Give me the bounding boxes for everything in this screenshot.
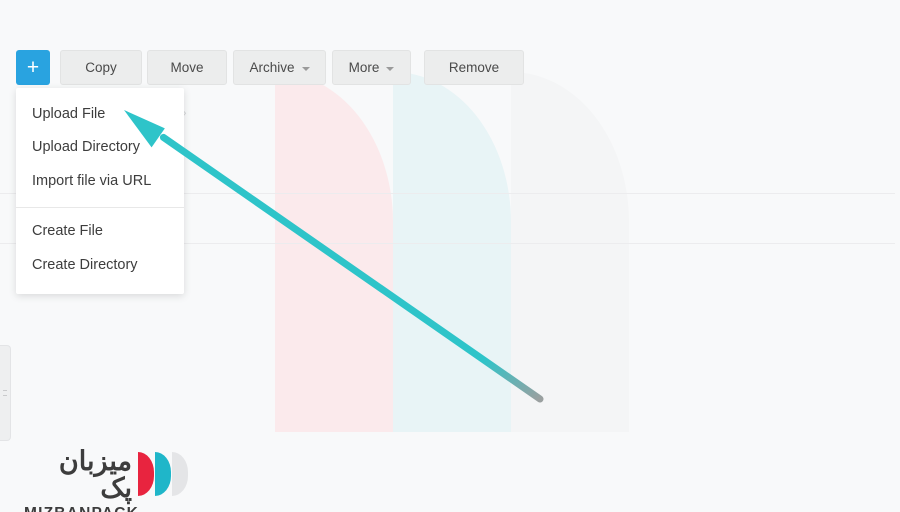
remove-button-label: Remove (448, 60, 500, 75)
add-new-dropdown-menu[interactable]: Upload File Upload Directory Import file… (16, 88, 184, 294)
arrow-shaft (159, 133, 544, 403)
logo-leaf-gray (172, 452, 188, 496)
archive-button[interactable]: Archive (233, 50, 326, 85)
move-button[interactable]: Move (147, 50, 227, 85)
menu-item-upload-directory[interactable]: Upload Directory (16, 131, 184, 164)
background-watermark-logo (275, 72, 629, 432)
move-button-label: Move (170, 60, 204, 75)
remove-button[interactable]: Remove (424, 50, 524, 85)
add-new-button[interactable]: + (16, 50, 50, 85)
logo-persian-text: میزبان پک (58, 446, 132, 503)
logo-leaf-red (138, 452, 154, 496)
app-screenshot: › + Copy Move Archive More Remove Upload… (0, 0, 900, 512)
watermark-leaf-gray (511, 72, 629, 432)
plus-icon: + (26, 56, 40, 79)
copy-button-label: Copy (85, 60, 117, 75)
menu-item-create-file[interactable]: Create File (16, 215, 184, 248)
logo-latin-text: MIZBANPACK (24, 506, 138, 512)
menu-item-import-file-via-url[interactable]: Import file via URL (16, 165, 184, 198)
menu-divider (16, 207, 184, 209)
mizbanpack-logo: میزبان پک MIZBANPACK (24, 448, 188, 512)
grip-line (3, 390, 7, 391)
logo-leaf-teal (155, 452, 171, 496)
watermark-leaf-pink (275, 72, 393, 432)
chevron-down-icon (301, 66, 310, 71)
panel-resize-handle[interactable] (0, 345, 11, 441)
more-button-label: More (348, 60, 380, 75)
archive-button-label: Archive (249, 60, 295, 75)
logo-mark-icon (138, 452, 188, 496)
grip-line (3, 395, 7, 396)
logo-wordmark: میزبان پک MIZBANPACK (24, 446, 138, 512)
more-button[interactable]: More (332, 50, 411, 85)
watermark-leaf-blue (393, 72, 511, 432)
copy-button[interactable]: Copy (60, 50, 142, 85)
menu-item-create-directory[interactable]: Create Directory (16, 249, 184, 282)
chevron-down-icon (386, 66, 395, 71)
menu-item-upload-file[interactable]: Upload File (16, 98, 184, 131)
